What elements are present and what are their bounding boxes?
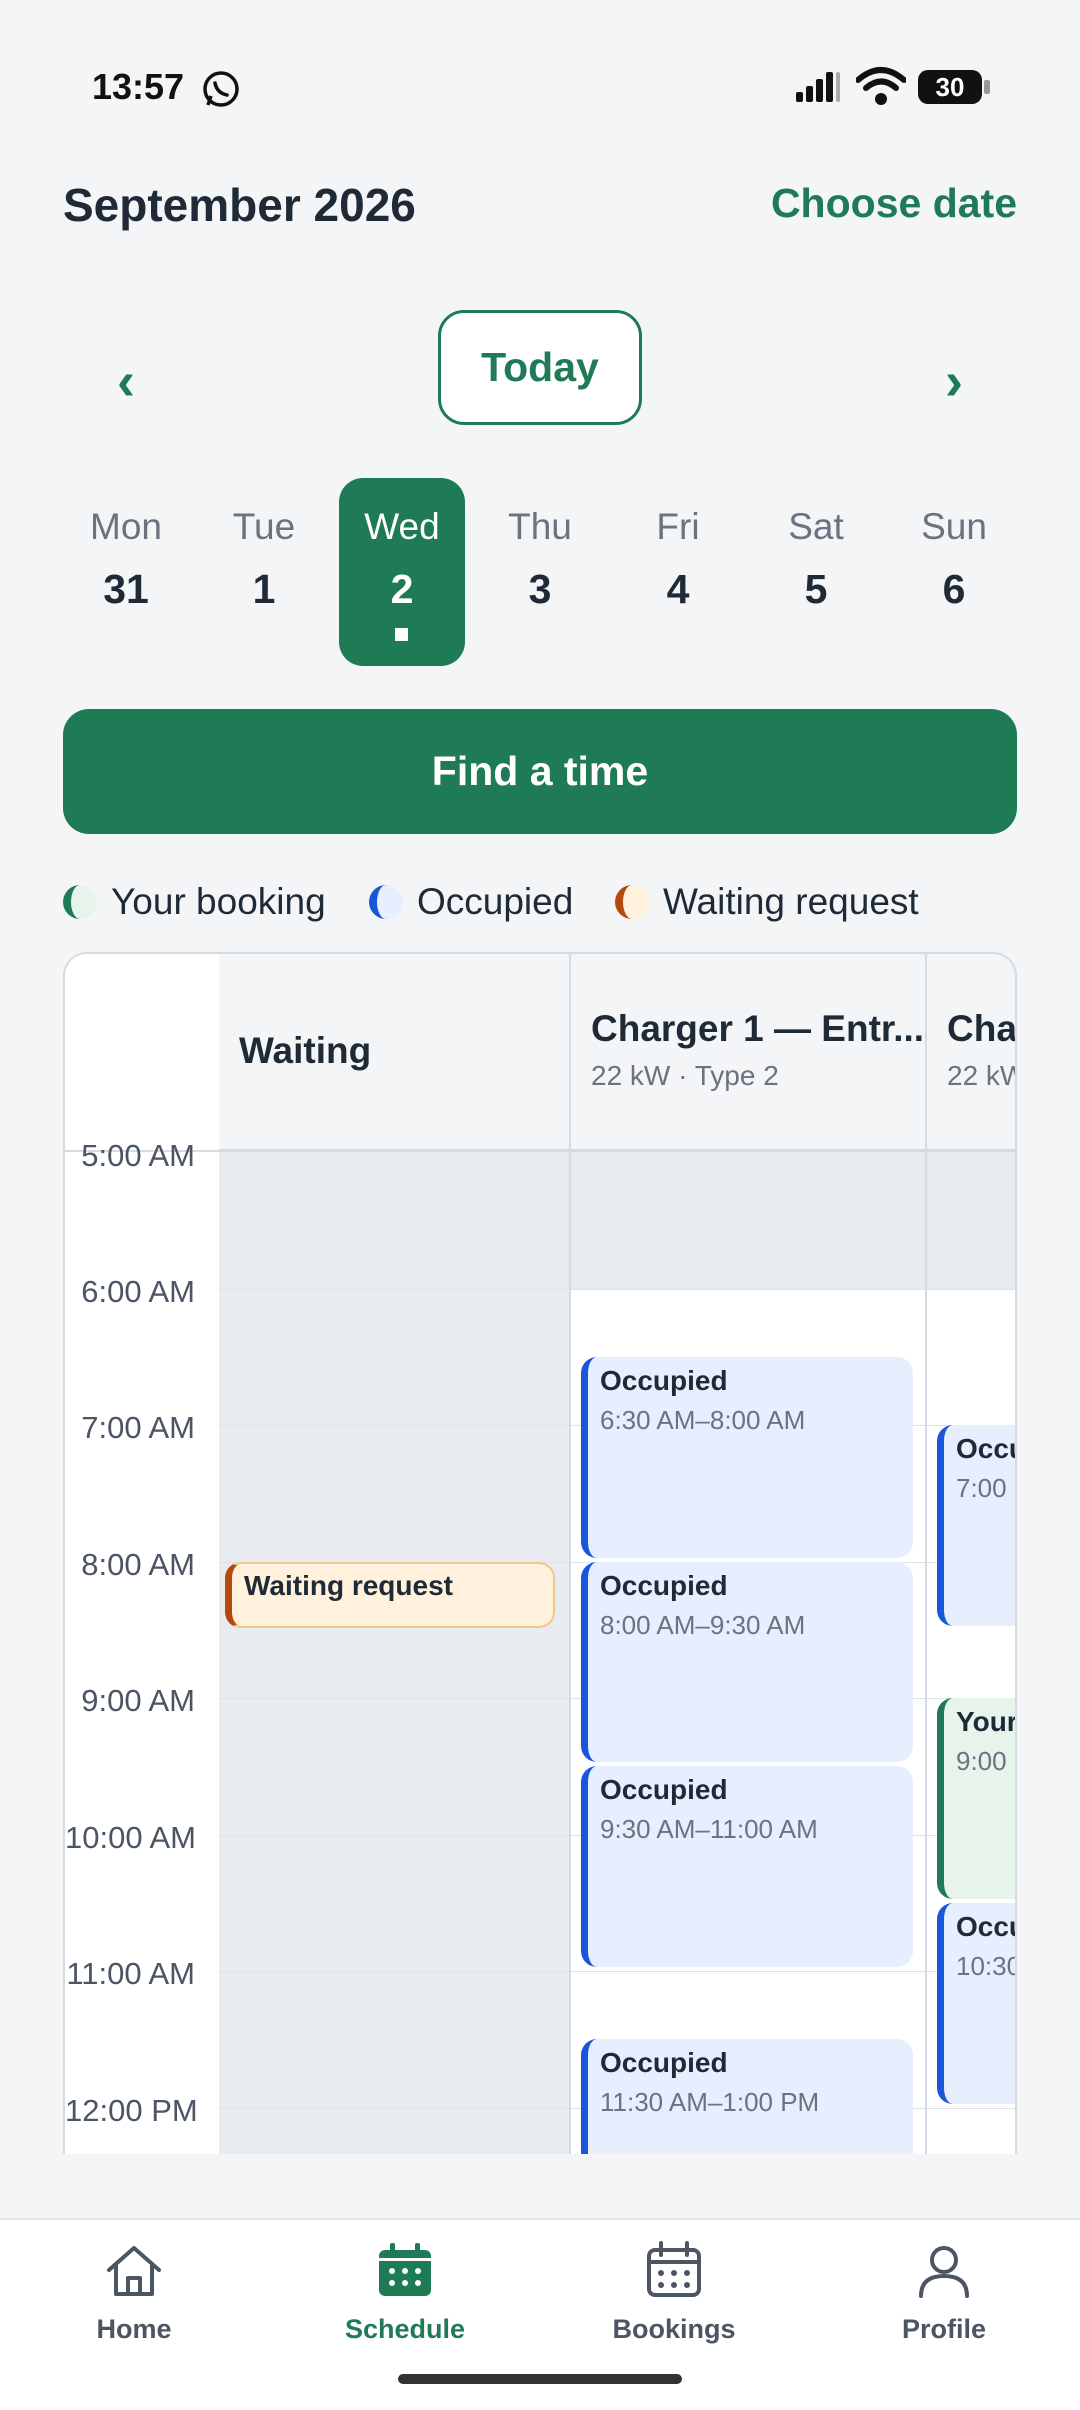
your-booking-event[interactable]: Your 9:00 bbox=[937, 1698, 1017, 1899]
column-title: Char bbox=[947, 1008, 1017, 1049]
time-column: 5:00 AM 6:00 AM 7:00 AM 8:00 AM 9:00 AM … bbox=[65, 1138, 219, 2154]
calendar-icon bbox=[379, 2243, 431, 2296]
status-time: 13:57 bbox=[92, 66, 185, 107]
column-header-charger-1[interactable]: Charger 1 — Entr... 22 kW · Type 2 bbox=[569, 954, 925, 1152]
time-label: 9:00 AM bbox=[81, 1683, 195, 1718]
event-time: 6:30 AM–8:00 AM bbox=[600, 1405, 806, 1435]
day-sun[interactable]: Sun 6 bbox=[891, 478, 1017, 666]
event-time: 11:30 AM–1:00 PM bbox=[600, 2087, 820, 2117]
time-label: 6:00 AM bbox=[81, 1274, 195, 1309]
event-time: 10:30 bbox=[956, 1951, 1017, 1981]
event-title: Occupied bbox=[600, 1570, 728, 1601]
nav-home[interactable]: Home bbox=[34, 2238, 234, 2345]
month-title: September 2026 bbox=[63, 179, 416, 231]
time-label: 5:00 AM bbox=[81, 1138, 195, 1173]
time-label: 11:00 AM bbox=[66, 1956, 195, 1991]
nav-schedule[interactable]: Schedule bbox=[305, 2238, 505, 2345]
battery-icon: 30 bbox=[918, 70, 990, 104]
day-sat[interactable]: Sat 5 bbox=[753, 478, 879, 666]
time-label: 7:00 AM bbox=[81, 1410, 195, 1445]
schedule-grid[interactable]: Waiting Charger 1 — Entr... 22 kW · Type… bbox=[63, 952, 1017, 2154]
charger-1-column[interactable]: Occupied 6:30 AM–8:00 AM Occupied 8:00 A… bbox=[569, 1152, 925, 2154]
occupied-event[interactable]: Occu 10:30 bbox=[937, 1903, 1017, 2104]
event-time: 9:30 AM–11:00 AM bbox=[600, 1814, 818, 1844]
time-label: 8:00 AM bbox=[81, 1547, 195, 1582]
previous-week-button[interactable]: ‹ bbox=[96, 350, 156, 412]
day-name: Mon bbox=[90, 506, 162, 547]
day-number: 6 bbox=[942, 566, 966, 612]
charger-2-column[interactable]: Occu 7:00 Your 9:00 Occu 10:30 bbox=[925, 1152, 1017, 2154]
battery-level: 30 bbox=[918, 70, 982, 104]
home-icon bbox=[107, 2246, 161, 2296]
event-title: Occupied bbox=[600, 1774, 728, 1805]
event-time: 7:00 bbox=[956, 1473, 1007, 1503]
day-name: Wed bbox=[364, 506, 440, 547]
status-bar: 13:57 30 bbox=[0, 0, 1080, 170]
week-day-strip: Mon 31 Tue 1 Wed 2 Thu 3 Fri 4 Sat 5 Sun… bbox=[63, 478, 1017, 666]
day-name: Fri bbox=[656, 506, 700, 547]
nav-label: Schedule bbox=[344, 2314, 466, 2344]
whatsapp-icon bbox=[203, 71, 239, 107]
day-name: Sun bbox=[921, 506, 987, 547]
waiting-request-event[interactable]: Waiting request bbox=[225, 1562, 555, 1628]
occupied-event[interactable]: Occupied 8:00 AM–9:30 AM bbox=[581, 1562, 913, 1762]
day-name: Tue bbox=[232, 506, 296, 547]
column-header-charger-2[interactable]: Char 22 kW bbox=[925, 954, 1017, 1152]
day-thu[interactable]: Thu 3 bbox=[477, 478, 603, 666]
event-title: Your bbox=[956, 1706, 1017, 1737]
find-a-time-button[interactable]: Find a time bbox=[63, 709, 1017, 834]
today-indicator-dot bbox=[395, 628, 408, 641]
day-fri[interactable]: Fri 4 bbox=[615, 478, 741, 666]
nav-label: Profile bbox=[901, 2314, 987, 2344]
nav-profile[interactable]: Profile bbox=[844, 2238, 1044, 2345]
day-mon[interactable]: Mon 31 bbox=[63, 478, 189, 666]
day-number: 1 bbox=[252, 566, 276, 612]
event-title: Occupied bbox=[600, 2047, 728, 2078]
occupied-event[interactable]: Occupied 6:30 AM–8:00 AM bbox=[581, 1357, 913, 1558]
choose-date-link[interactable]: Choose date bbox=[771, 180, 1017, 227]
event-title: Occu bbox=[956, 1433, 1015, 1464]
user-icon bbox=[919, 2246, 969, 2298]
day-number: 3 bbox=[528, 566, 552, 612]
column-subtitle: 22 kW bbox=[947, 1060, 1015, 1091]
occupied-event[interactable]: Occupied 11:30 AM–1:00 PM bbox=[581, 2039, 913, 2154]
occupied-event[interactable]: Occupied 9:30 AM–11:00 AM bbox=[581, 1766, 913, 1967]
nav-bookings[interactable]: Bookings bbox=[574, 2238, 774, 2345]
day-wed-selected[interactable]: Wed 2 bbox=[339, 478, 465, 666]
waiting-request-swatch-icon bbox=[615, 885, 649, 919]
column-subtitle: 22 kW · Type 2 bbox=[591, 1060, 779, 1091]
wifi-icon bbox=[856, 67, 906, 105]
day-number: 31 bbox=[103, 566, 149, 612]
occupied-swatch-icon bbox=[369, 885, 403, 919]
today-button[interactable]: Today bbox=[438, 310, 642, 425]
time-label: 12:00 PM bbox=[65, 2093, 198, 2128]
your-booking-swatch-icon bbox=[63, 885, 97, 919]
day-name: Thu bbox=[508, 506, 572, 547]
time-column-header bbox=[65, 954, 219, 1152]
calendar-grid-icon bbox=[647, 2241, 701, 2297]
time-label: 10:00 AM bbox=[65, 1820, 196, 1855]
column-header-waiting: Waiting bbox=[219, 954, 569, 1152]
signal-icon bbox=[796, 72, 840, 102]
day-number: 5 bbox=[804, 566, 828, 612]
event-time: 9:00 bbox=[956, 1746, 1007, 1776]
event-title: Occu bbox=[956, 1911, 1015, 1942]
legend: Your booking Occupied Waiting request bbox=[63, 876, 1023, 928]
day-name: Sat bbox=[788, 506, 844, 547]
event-title: Waiting request bbox=[244, 1570, 453, 1601]
day-number: 4 bbox=[666, 566, 690, 612]
next-week-button[interactable]: › bbox=[924, 350, 984, 412]
day-number: 2 bbox=[390, 566, 414, 612]
home-indicator[interactable] bbox=[398, 2374, 682, 2384]
occupied-event[interactable]: Occu 7:00 bbox=[937, 1425, 1015, 1626]
column-title: Charger 1 — Entr... bbox=[591, 1008, 925, 1049]
waiting-column[interactable]: Waiting request bbox=[219, 1152, 569, 2154]
event-title: Occupied bbox=[600, 1365, 728, 1396]
day-tue[interactable]: Tue 1 bbox=[201, 478, 327, 666]
nav-label: Home bbox=[96, 2314, 172, 2344]
nav-label: Bookings bbox=[612, 2314, 736, 2344]
column-title: Waiting bbox=[239, 1030, 372, 1071]
event-time: 8:00 AM–9:30 AM bbox=[600, 1610, 806, 1640]
